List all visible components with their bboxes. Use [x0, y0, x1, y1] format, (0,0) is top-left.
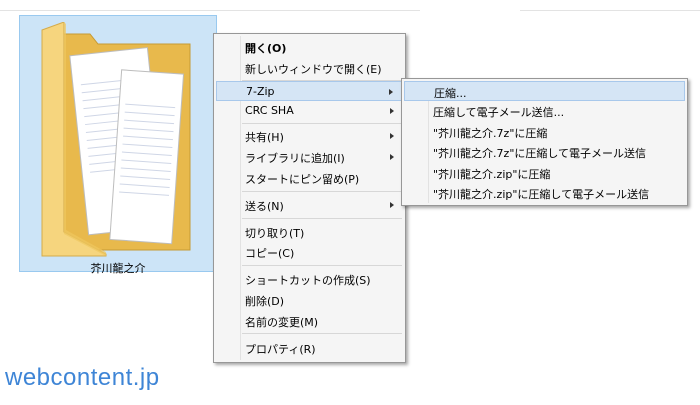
menu-item-label: 切り取り(T) — [245, 227, 305, 240]
menu-separator — [242, 265, 402, 266]
menu-item-pin-to-start[interactable]: スタートにピン留め(P) — [216, 168, 403, 188]
menu-item-label: スタートにピン留め(P) — [245, 173, 360, 186]
menu-separator — [242, 123, 402, 124]
menu-item-send-to[interactable]: 送る(N) — [216, 195, 403, 215]
menu-item-label: 削除(D) — [245, 295, 285, 308]
menu-item-label: "芥川龍之介.7z"に圧縮 — [433, 127, 548, 140]
submenu-item-compress-zip[interactable]: "芥川龍之介.zip"に圧縮 — [404, 163, 685, 183]
menu-item-label: 新しいウィンドウで開く(E) — [245, 63, 382, 76]
menu-item-open[interactable]: 開く(O) — [216, 37, 403, 57]
submenu-item-compress-email[interactable]: 圧縮して電子メール送信... — [404, 101, 685, 121]
menu-item-copy[interactable]: コピー(C) — [216, 242, 403, 262]
menu-separator — [242, 333, 402, 334]
submenu-item-compress-7z-email[interactable]: "芥川龍之介.7z"に圧縮して電子メール送信 — [404, 142, 685, 162]
submenu-arrow-icon — [390, 154, 394, 160]
menu-item-properties[interactable]: プロパティ(R) — [216, 338, 403, 358]
submenu-arrow-icon — [389, 89, 393, 95]
menu-item-label: "芥川龍之介.7z"に圧縮して電子メール送信 — [433, 147, 647, 160]
menu-item-label: 共有(H) — [245, 131, 284, 144]
menu-item-crc-sha[interactable]: CRC SHA — [216, 101, 403, 121]
menu-item-add-to-library[interactable]: ライブラリに追加(I) — [216, 147, 403, 167]
window-top-edge — [0, 0, 700, 12]
folder-name-label: 芥川龍之介 — [90, 262, 146, 275]
submenu-item-compress[interactable]: 圧縮... — [404, 81, 685, 101]
menu-separator — [242, 218, 402, 219]
menu-item-label: コピー(C) — [245, 247, 295, 260]
submenu-arrow-icon — [390, 133, 394, 139]
menu-item-label: プロパティ(R) — [245, 343, 316, 356]
menu-item-label: "芥川龍之介.zip"に圧縮 — [433, 168, 551, 181]
menu-separator — [242, 191, 402, 192]
menu-item-label: 圧縮して電子メール送信... — [433, 106, 565, 119]
menu-item-label: 開く(O) — [245, 42, 287, 55]
submenu-arrow-icon — [390, 202, 394, 208]
selected-folder-item[interactable]: 芥川龍之介 — [19, 15, 217, 275]
menu-item-7zip[interactable]: 7-Zip — [216, 81, 403, 101]
menu-item-create-shortcut[interactable]: ショートカットの作成(S) — [216, 269, 403, 289]
menu-item-label: 名前の変更(M) — [245, 316, 319, 329]
menu-item-open-new-window[interactable]: 新しいウィンドウで開く(E) — [216, 58, 403, 78]
menu-item-delete[interactable]: 削除(D) — [216, 290, 403, 310]
context-menu: 開く(O) 新しいウィンドウで開く(E) 7-Zip CRC SHA 共有(H)… — [213, 33, 406, 363]
menu-item-label: CRC SHA — [245, 104, 294, 117]
top-divider-left — [0, 0, 420, 11]
menu-item-label: ライブラリに追加(I) — [245, 152, 345, 165]
submenu-arrow-icon — [390, 108, 394, 114]
submenu-item-compress-zip-email[interactable]: "芥川龍之介.zip"に圧縮して電子メール送信 — [404, 183, 685, 203]
menu-item-cut[interactable]: 切り取り(T) — [216, 222, 403, 242]
menu-item-label: ショートカットの作成(S) — [245, 274, 371, 287]
submenu-item-compress-7z[interactable]: "芥川龍之介.7z"に圧縮 — [404, 122, 685, 142]
menu-item-label: 7-Zip — [246, 85, 275, 98]
menu-item-label: "芥川龍之介.zip"に圧縮して電子メール送信 — [433, 188, 650, 201]
menu-item-label: 圧縮... — [434, 87, 467, 100]
watermark-text: webcontent.jp — [5, 364, 160, 391]
menu-item-share[interactable]: 共有(H) — [216, 126, 403, 146]
folder-icon — [41, 22, 191, 257]
menu-item-label: 送る(N) — [245, 200, 284, 213]
menu-item-rename[interactable]: 名前の変更(M) — [216, 311, 403, 331]
top-divider-right — [520, 0, 700, 11]
submenu-7zip: 圧縮... 圧縮して電子メール送信... "芥川龍之介.7z"に圧縮 "芥川龍之… — [401, 78, 688, 206]
